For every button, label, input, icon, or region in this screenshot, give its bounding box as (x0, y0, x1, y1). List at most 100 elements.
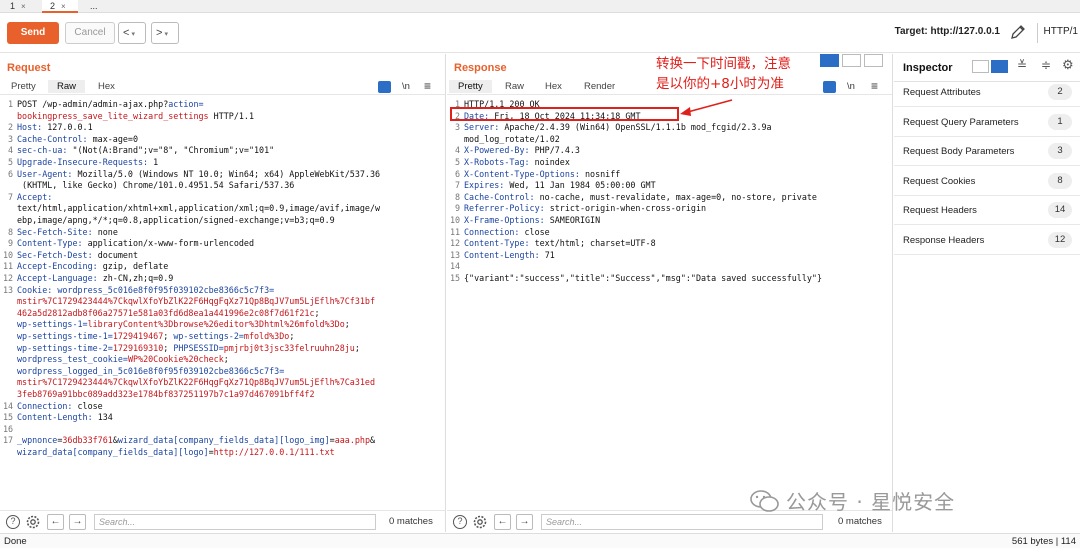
inspector-item-count: 8 (1048, 173, 1072, 189)
tab-1-close-icon[interactable]: × (21, 2, 26, 11)
newline-toggle-icon[interactable]: \n (402, 81, 410, 92)
inspector-item[interactable]: Request Cookies 8 (894, 167, 1080, 196)
tab-raw[interactable]: Raw (505, 81, 524, 92)
tab-1[interactable]: 1 × (2, 0, 38, 13)
response-size: 561 bytes | 114 (1011, 536, 1076, 547)
inspector-layout-active-icon[interactable] (991, 60, 1008, 73)
inspector-item[interactable]: Request Headers 14 (894, 196, 1080, 225)
help-icon[interactable]: ? (453, 515, 467, 529)
code-line: 462a5d2812adb8f06a27571e581a03fd6d8ea1a4… (17, 308, 320, 319)
inspector-layout-icon[interactable] (972, 60, 989, 73)
help-icon[interactable]: ? (6, 515, 20, 529)
code-line: wp-settings-1=libraryContent%3Dbrowse%26… (17, 319, 350, 330)
format-icon[interactable] (823, 81, 836, 93)
inspector-item[interactable]: Response Headers 12 (894, 226, 1080, 255)
code-token: wordpress_test_cookie= (17, 354, 128, 365)
code-token: nosniff (585, 168, 621, 179)
align-center-icon[interactable]: ≑ (1041, 58, 1051, 72)
code-token: {"variant":"success","title":"Success","… (464, 273, 822, 283)
code-token: wp-settings-time-1= (17, 331, 113, 341)
code-line: Connection: close (17, 401, 103, 412)
response-search-input[interactable]: Search... (541, 514, 823, 530)
cancel-button[interactable]: Cancel (65, 22, 115, 44)
inspector-item-label: Request Cookies (903, 176, 976, 187)
tab-pretty[interactable]: Pretty (11, 81, 36, 92)
send-button[interactable]: Send (7, 22, 59, 44)
code-token: _wpnonce (17, 435, 58, 446)
code-token: max-age=0 (92, 133, 139, 144)
layout-side-by-side-icon[interactable] (820, 54, 839, 67)
request-editor[interactable]: 1 POST /wp-admin/admin-ajax.php?action= bo… (0, 99, 445, 509)
code-token: ; (344, 319, 350, 330)
code-token: Content-Length: (17, 412, 98, 423)
search-next-button[interactable]: → (516, 514, 533, 530)
code-line: Upgrade-Insecure-Requests: 1 (17, 157, 158, 168)
align-top-icon[interactable]: ≚ (1017, 58, 1027, 72)
search-next-button[interactable]: → (69, 514, 86, 530)
layout-stacked-icon[interactable] (842, 54, 861, 67)
code-token: X-Frame-Options: (464, 215, 550, 225)
line-number: 5 (7, 157, 13, 167)
tab-hex[interactable]: Hex (98, 81, 115, 92)
code-token: WP%20Cookie%20check (127, 354, 224, 365)
menu-icon[interactable]: ≡ (871, 79, 878, 93)
code-token: http://127.0.0.1/111.txt (213, 447, 335, 457)
search-prev-button[interactable]: ← (47, 514, 64, 530)
line-number: 15 (3, 412, 14, 423)
settings-gear-icon[interactable] (472, 514, 488, 530)
response-editor[interactable]: 1 HTTP/1.1 200 OK 2 Date: Fri, 18 Oct 2024 … (447, 99, 892, 509)
forward-button[interactable]: > ▾ (151, 22, 179, 44)
back-button[interactable]: < ▾ (118, 22, 146, 44)
code-line: bookingpress_save_lite_wizard_settings H… (17, 111, 254, 122)
code-line: wp-settings-time-1=1729419467; wp-settin… (17, 331, 294, 342)
tab-2[interactable]: 2 × (42, 0, 78, 13)
code-token: 1 (153, 157, 159, 167)
code-token: application/x-www-form-urlencoded (87, 238, 254, 249)
code-token: Mozilla/5.0 (Windows NT 10.0; Win64; x64… (77, 168, 381, 179)
request-search-input[interactable]: Search... (94, 514, 376, 530)
line-number: 3 (454, 122, 460, 133)
watermark: 公众号 · 星悦安全 (750, 486, 955, 515)
code-token: wp-settings-time-2= (17, 342, 113, 353)
code-line: Content-Type: text/html; charset=UTF-8 (464, 238, 656, 249)
tab-new[interactable]: ... (82, 0, 106, 13)
tab-raw[interactable]: Raw (48, 80, 86, 93)
menu-icon[interactable]: ≡ (424, 79, 431, 93)
inspector-item[interactable]: Request Attributes 2 (894, 78, 1080, 107)
inspector-item[interactable]: Request Query Parameters 1 (894, 108, 1080, 137)
code-line: _wpnonce=36db33f761&wizard_data[company_… (17, 435, 375, 446)
code-line: Cache-Control: max-age=0 (17, 134, 138, 145)
code-token: PHPSESSID= (173, 342, 224, 353)
tab-render[interactable]: Render (584, 81, 615, 92)
code-token: Referrer-Policy: (464, 203, 550, 214)
request-match-count: 0 matches (389, 516, 433, 527)
tab-pretty[interactable]: Pretty (449, 80, 492, 93)
code-token: Accept-Language: (17, 273, 103, 283)
tab-2-close-icon[interactable]: × (61, 2, 66, 11)
http-version-selector[interactable]: HTTP/1 (1044, 26, 1078, 37)
code-token: 71 (544, 249, 555, 260)
inspector-item[interactable]: Request Body Parameters 3 (894, 137, 1080, 166)
target-area: Target: http://127.0.0.1 HTTP/1 (860, 13, 1080, 53)
tab-hex[interactable]: Hex (545, 81, 562, 92)
format-icon[interactable] (378, 81, 391, 93)
settings-gear-icon[interactable]: ⚙ (1062, 57, 1074, 73)
inspector-item-label: Request Headers (903, 205, 977, 216)
line-number: 7 (454, 180, 460, 191)
layout-single-icon[interactable] (864, 54, 883, 67)
code-token: & (369, 435, 376, 446)
search-prev-button[interactable]: ← (494, 514, 511, 530)
code-line: Referrer-Policy: strict-origin-when-cros… (464, 203, 706, 214)
tab-new-label: ... (90, 1, 98, 11)
newline-toggle-icon[interactable]: \n (847, 81, 855, 92)
edit-target-icon[interactable] (1009, 23, 1027, 41)
divider (1037, 23, 1038, 43)
response-match-count: 0 matches (838, 516, 882, 527)
code-line: Cache-Control: no-cache, must-revalidate… (464, 192, 817, 203)
code-token: text/html,application/xhtml+xml,applicat… (17, 203, 381, 214)
code-line: Expires: Wed, 11 Jan 1984 05:00:00 GMT (464, 180, 656, 191)
settings-gear-icon[interactable] (25, 514, 41, 530)
code-token: sec-ch-ua: (17, 145, 73, 156)
code-token: Cache-Control: (464, 191, 540, 202)
code-line: text/html,application/xhtml+xml,applicat… (17, 203, 380, 214)
